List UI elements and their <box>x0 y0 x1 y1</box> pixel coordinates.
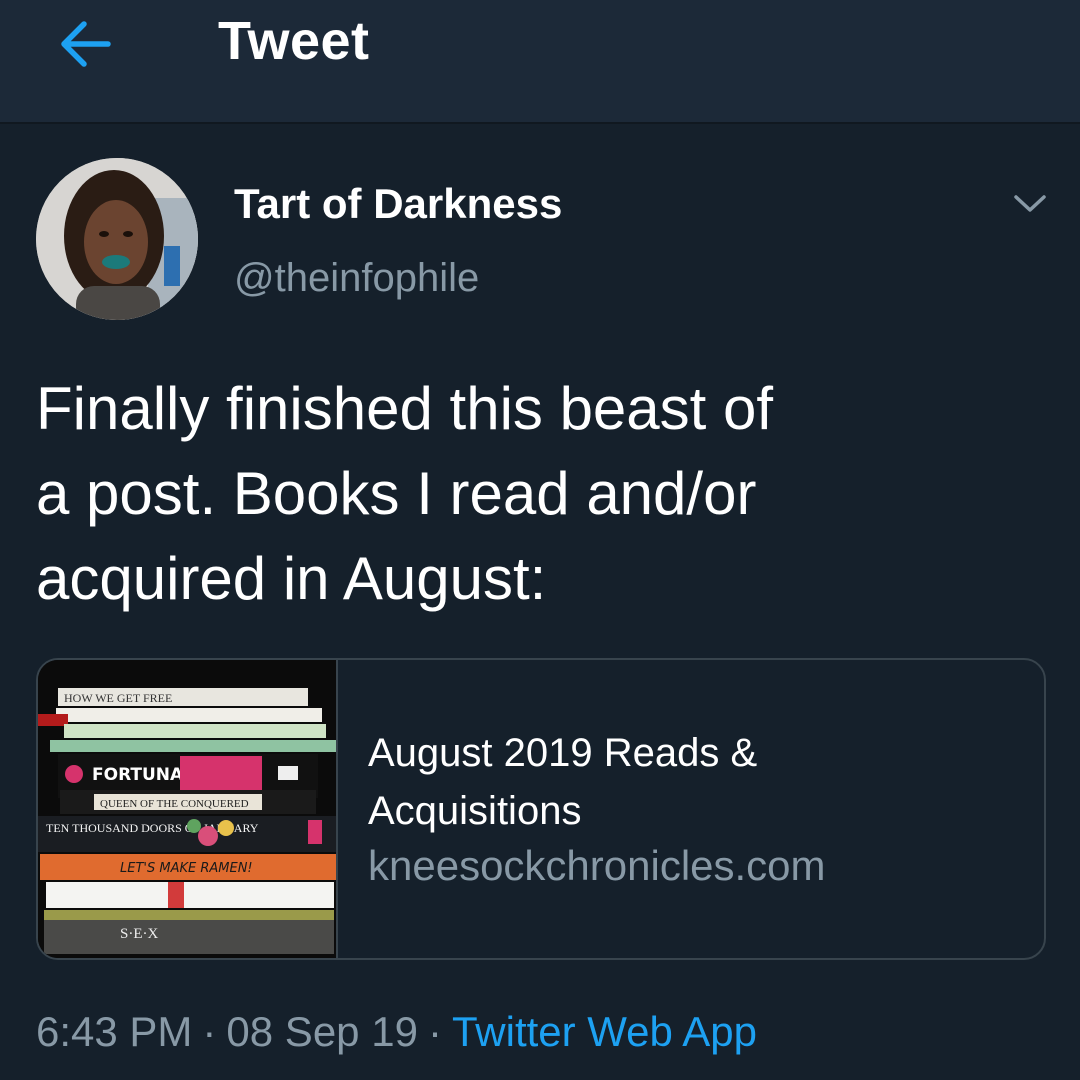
chevron-down-icon <box>1014 195 1046 212</box>
book-spine-label: LET'S MAKE RAMEN! <box>120 861 253 876</box>
link-card-domain: kneesockchronicles.com <box>368 842 826 889</box>
tweet-metadata: 6:43 PM · 08 Sep 19 · Twitter Web App <box>36 1008 757 1056</box>
author-handle[interactable]: @theinfophile <box>234 256 479 301</box>
book-spine-label: HOW WE GET FREE <box>64 691 172 705</box>
link-card-image[interactable]: HOW WE GET FREE FORTUNA QUEEN OF THE CON… <box>38 660 338 958</box>
meta-separator: · <box>427 1008 442 1055</box>
tweet-options-button[interactable] <box>1006 184 1054 224</box>
tweet-text-line: Finally finished this beast of <box>36 375 774 442</box>
avatar[interactable] <box>36 158 198 320</box>
tweet-time[interactable]: 6:43 PM <box>36 1008 192 1055</box>
book-spine-label: QUEEN OF THE CONQUERED <box>100 798 249 810</box>
tweet-date[interactable]: 08 Sep 19 <box>226 1008 418 1055</box>
book-stack-image: HOW WE GET FREE FORTUNA QUEEN OF THE CON… <box>38 660 336 958</box>
link-card[interactable]: HOW WE GET FREE FORTUNA QUEEN OF THE CON… <box>36 658 1046 960</box>
page-title: Tweet <box>218 11 370 71</box>
link-card-title: August 2019 Reads & Acquisitions <box>368 724 868 840</box>
link-card-title-line: August 2019 Reads & <box>368 731 758 775</box>
book-spine-label: FORTUNA <box>92 765 184 785</box>
arrow-left-icon <box>61 21 111 67</box>
book-spine-label: S·E·X <box>120 926 158 942</box>
tweet-source-link[interactable]: Twitter Web App <box>452 1008 757 1055</box>
meta-separator: · <box>202 1008 217 1055</box>
top-bar: Tweet <box>0 0 1080 124</box>
tweet-text-line: a post. Books I read and/or <box>36 460 757 527</box>
tweet-text-line: acquired in August: <box>36 545 547 612</box>
tweet-text: Finally finished this beast of a post. B… <box>36 366 916 621</box>
back-button[interactable] <box>52 14 118 74</box>
author-display-name[interactable]: Tart of Darkness <box>234 180 562 228</box>
link-card-title-line: Acquisitions <box>368 789 582 833</box>
